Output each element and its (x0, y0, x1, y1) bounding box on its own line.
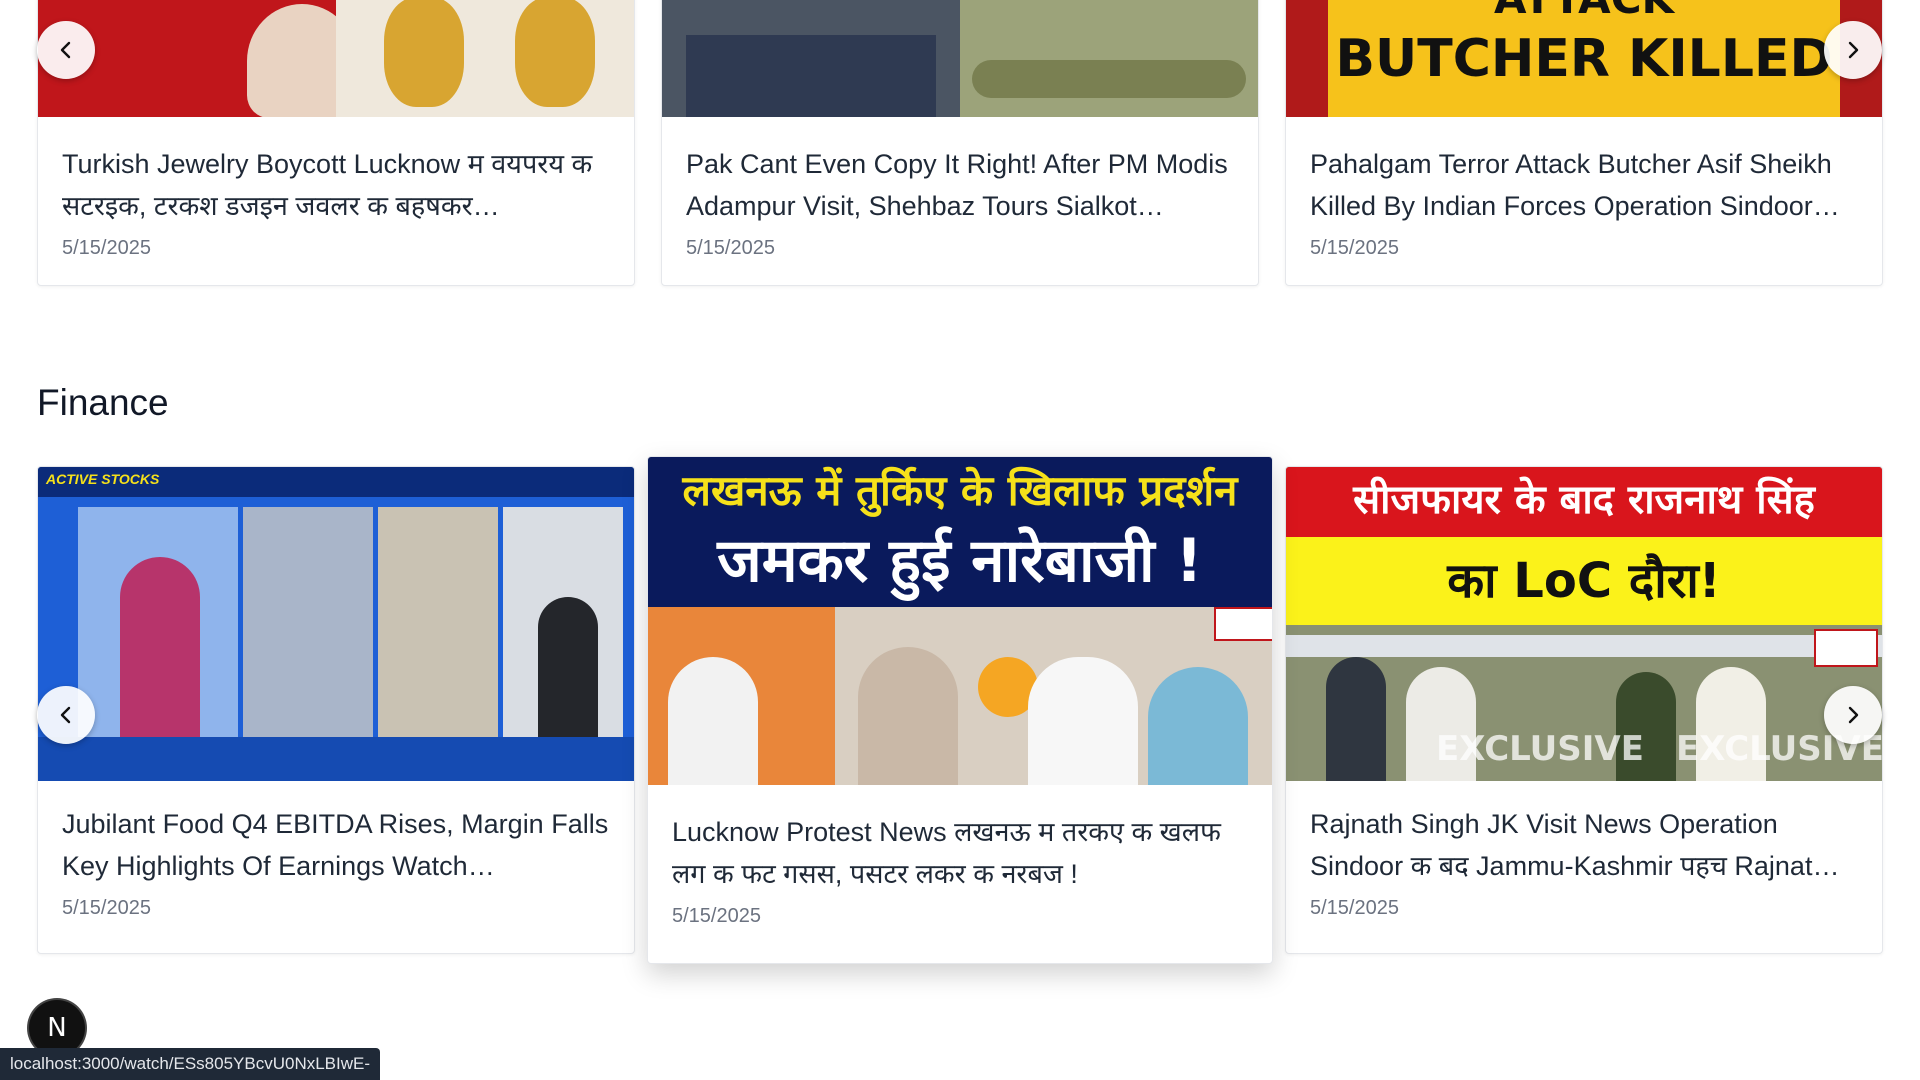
thumbnail-text: लखनऊ में तुर्किए के खिलाफ प्रदर्शन (682, 466, 1238, 515)
chevron-left-icon (60, 706, 71, 724)
video-date: 5/15/2025 (62, 237, 151, 259)
badge-letter: N (47, 1013, 67, 1043)
video-thumbnail: लखनऊ में तुर्किए के खिलाफ प्रदर्शन जमकर … (648, 457, 1272, 785)
thumbnail-image (383, 0, 464, 108)
chevron-right-icon (1848, 706, 1859, 724)
channel-logo-icon (1814, 629, 1878, 667)
video-card[interactable]: ACTIVE STOCKS Jubilant Food Q4 EBITDA Ri… (37, 466, 635, 954)
video-date: 5/15/2025 (1310, 237, 1399, 259)
status-bar-url: localhost:3000/watch/ESs805YBcvU0NxLBIwE… (0, 1048, 381, 1080)
page: Turkish Jewelry Boycott Lucknow म वयपरय … (0, 0, 1920, 1080)
thumbnail-image (668, 657, 758, 785)
video-date: 5/15/2025 (686, 237, 775, 259)
thumbnail-image (514, 0, 595, 108)
video-card-hovered[interactable]: लखनऊ में तुर्किए के खिलाफ प्रदर्शन जमकर … (647, 456, 1273, 964)
channel-logo-icon (1214, 607, 1272, 641)
carousel-next-button[interactable] (1824, 21, 1882, 79)
thumbnail-text: ATTACK (1286, 0, 1882, 21)
thumbnail-image (971, 60, 1247, 99)
video-date: 5/15/2025 (62, 897, 151, 919)
thumbnail-text: EXCLUSIVE (1436, 729, 1644, 769)
thumbnail-image (1326, 657, 1386, 781)
video-card[interactable]: सीजफायर के बाद राजनाथ सिंह का LoC दौरा! … (1285, 466, 1883, 954)
video-title[interactable]: Turkish Jewelry Boycott Lucknow म वयपरय … (62, 143, 610, 227)
thumbnail-image (1286, 635, 1882, 657)
video-date: 5/15/2025 (672, 905, 761, 927)
video-title[interactable]: Rajnath Singh JK Visit News Operation Si… (1310, 803, 1858, 887)
thumbnail-text: सीजफायर के बाद राजनाथ सिंह (1353, 477, 1815, 523)
chevron-right-icon (1848, 41, 1859, 59)
video-thumbnail (662, 0, 1258, 117)
thumbnail-text: जमकर हुई नारेबाजी ! (717, 526, 1203, 596)
finance-carousel: ACTIVE STOCKS Jubilant Food Q4 EBITDA Ri… (37, 456, 1883, 964)
video-date: 5/15/2025 (1310, 897, 1399, 919)
video-thumbnail: ACTIVE STOCKS (38, 467, 634, 781)
thumbnail-image (1028, 657, 1138, 785)
thumbnail-image (1148, 667, 1248, 785)
video-card[interactable]: ATTACK BUTCHER KILLED Pahalgam Terror At… (1285, 0, 1883, 286)
video-thumbnail (38, 0, 634, 117)
section-title: Finance (37, 382, 169, 423)
carousel-next-button[interactable] (1824, 686, 1882, 744)
video-title[interactable]: Lucknow Protest News लखनऊ म तरकए क खलफ ल… (672, 811, 1248, 895)
video-title[interactable]: Pahalgam Terror Attack Butcher Asif Shei… (1310, 143, 1858, 227)
video-title[interactable]: Pak Cant Even Copy It Right! After PM Mo… (686, 143, 1234, 227)
thumbnail-image (538, 597, 598, 737)
video-thumbnail: ATTACK BUTCHER KILLED (1286, 0, 1882, 117)
thumbnail-text: का LoC दौरा! (1447, 553, 1721, 609)
thumbnail-image (685, 35, 937, 117)
carousel-prev-button[interactable] (37, 686, 95, 744)
thumbnail-image (858, 647, 958, 785)
carousel-prev-button[interactable] (37, 21, 95, 79)
thumbnail-text: ACTIVE STOCKS (46, 471, 160, 487)
thumbnail-image (243, 507, 373, 737)
video-card[interactable]: Turkish Jewelry Boycott Lucknow म वयपरय … (37, 0, 635, 286)
thumbnail-image (960, 0, 1258, 117)
top-carousel: Turkish Jewelry Boycott Lucknow म वयपरय … (37, 0, 1883, 286)
thumbnail-image (120, 557, 200, 737)
thumbnail-text: BUTCHER KILLED (1335, 29, 1833, 89)
thumbnail-image (378, 507, 498, 737)
video-card[interactable]: Pak Cant Even Copy It Right! After PM Mo… (661, 0, 1259, 286)
video-title[interactable]: Jubilant Food Q4 EBITDA Rises, Margin Fa… (62, 803, 610, 887)
video-thumbnail: सीजफायर के बाद राजनाथ सिंह का LoC दौरा! … (1286, 467, 1882, 781)
chevron-left-icon (60, 41, 71, 59)
thumbnail-image (38, 737, 634, 781)
